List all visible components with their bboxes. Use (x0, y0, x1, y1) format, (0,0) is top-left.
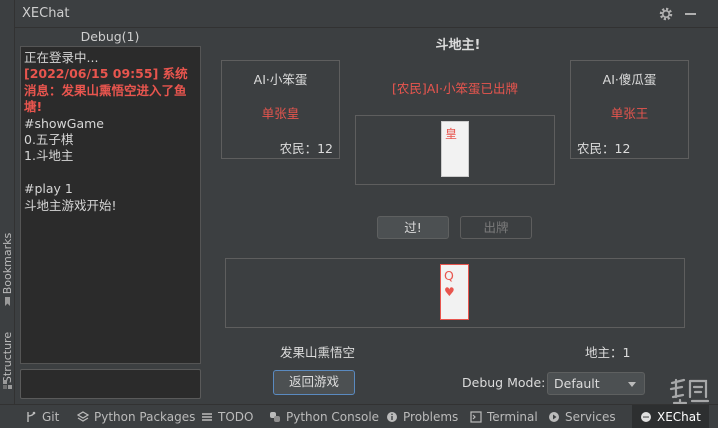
back-to-game-button[interactable]: 返回游戏 (273, 370, 355, 395)
bottom-tab-label: Services (565, 410, 616, 424)
bottom-tool-bar: Git Python Packages TODO Python Console … (0, 404, 718, 428)
left-player-name: AI·小笨蛋 (253, 72, 308, 87)
tool-window-header: XEChat (15, 0, 718, 28)
bottom-tab-python-console[interactable]: Python Console (269, 405, 379, 428)
log-system-message: [2022/06/15 09:55] 系统消息：发果山熏悟空进入了鱼塘! (24, 66, 188, 115)
left-player-card-count: 农民：12 (279, 141, 333, 156)
bottom-tab-todo[interactable]: TODO (201, 405, 253, 428)
bookmark-icon (5, 297, 10, 306)
debug-mode-select[interactable]: Default (547, 372, 645, 395)
gear-icon[interactable] (658, 6, 674, 22)
chevron-down-icon (628, 382, 636, 387)
minimize-icon[interactable] (685, 13, 696, 15)
structure-tab-label: Structure (1, 331, 15, 383)
played-card: 皇 (441, 121, 469, 177)
debug-mode-label: Debug Mode: (462, 375, 546, 390)
bottom-tab-label: XEChat (657, 410, 701, 424)
played-card-rank: 皇 (445, 127, 458, 141)
hand-card-rank: Q (444, 268, 454, 283)
bottom-tab-label: Terminal (487, 410, 538, 424)
bottom-tab-services[interactable]: Services (548, 405, 616, 428)
window-title: XEChat (22, 6, 70, 21)
bookmarks-tab[interactable]: Bookmarks (0, 232, 15, 294)
bottom-tab-label: Python Packages (94, 410, 196, 424)
play-announcement: [农民]AI·小笨蛋已出牌 (392, 81, 518, 96)
terminal-icon (470, 411, 482, 423)
log-line: 1.斗地主 (24, 148, 74, 164)
debug-mode-value: Default (554, 376, 600, 391)
left-tool-strip: Bookmarks Structure (0, 0, 15, 404)
heart-suit-icon: ♥ (444, 285, 455, 299)
left-player-panel: AI·小笨蛋 单张皇 农民：12 (221, 60, 340, 159)
bottom-tab-terminal[interactable]: Terminal (470, 405, 538, 428)
play-icon (549, 412, 559, 422)
pass-button[interactable]: 过! (377, 216, 449, 239)
bottom-tab-git[interactable]: Git (25, 405, 59, 428)
right-player-last-play: 单张王 (610, 106, 649, 121)
info-icon (387, 412, 397, 422)
play-cards-button[interactable]: 出牌 (460, 216, 532, 239)
log-line: 正在登录中... (24, 50, 99, 65)
python-icon (270, 412, 280, 422)
right-player-panel: AI·傻瓜蛋 单张王 农民：12 (570, 60, 689, 159)
bottom-tab-label: Python Console (286, 410, 380, 424)
left-player-last-play: 单张皇 (261, 106, 300, 121)
bookmarks-tab-label: Bookmarks (1, 232, 14, 294)
chat-icon (641, 412, 651, 422)
bottom-tab-xechat[interactable]: XEChat (632, 405, 709, 428)
hand-card[interactable]: Q ♥ (440, 264, 469, 320)
bottom-tab-label: Problems (403, 410, 459, 424)
bottom-tab-problems[interactable]: Problems (386, 405, 458, 428)
debug-input[interactable] (20, 369, 201, 399)
structure-tab[interactable]: Structure (0, 326, 15, 388)
debug-log: 正在登录中... [2022/06/15 09:55] 系统消息：发果山熏悟空进入… (20, 46, 201, 364)
bottom-tab-python-packages[interactable]: Python Packages (77, 405, 195, 428)
log-line: 斗地主游戏开始! (24, 197, 117, 213)
structure-icon (3, 380, 12, 389)
right-player-card-count: 农民：12 (577, 141, 631, 156)
log-line: 0.五子棋 (24, 132, 74, 148)
branch-icon (27, 411, 36, 422)
log-line: #showGame (24, 115, 104, 131)
self-player-role: 地主：1 (585, 345, 631, 360)
list-icon (202, 413, 212, 421)
bottom-tab-label: TODO (218, 410, 254, 424)
self-player-name: 发果山熏悟空 (280, 345, 356, 360)
right-player-name: AI·傻瓜蛋 (602, 72, 657, 87)
bottom-tab-label: Git (42, 410, 60, 424)
game-title: 斗地主! (435, 38, 481, 53)
log-line: #play 1 (24, 181, 73, 197)
layers-icon (77, 411, 89, 422)
debug-title: Debug(1) (80, 29, 140, 44)
